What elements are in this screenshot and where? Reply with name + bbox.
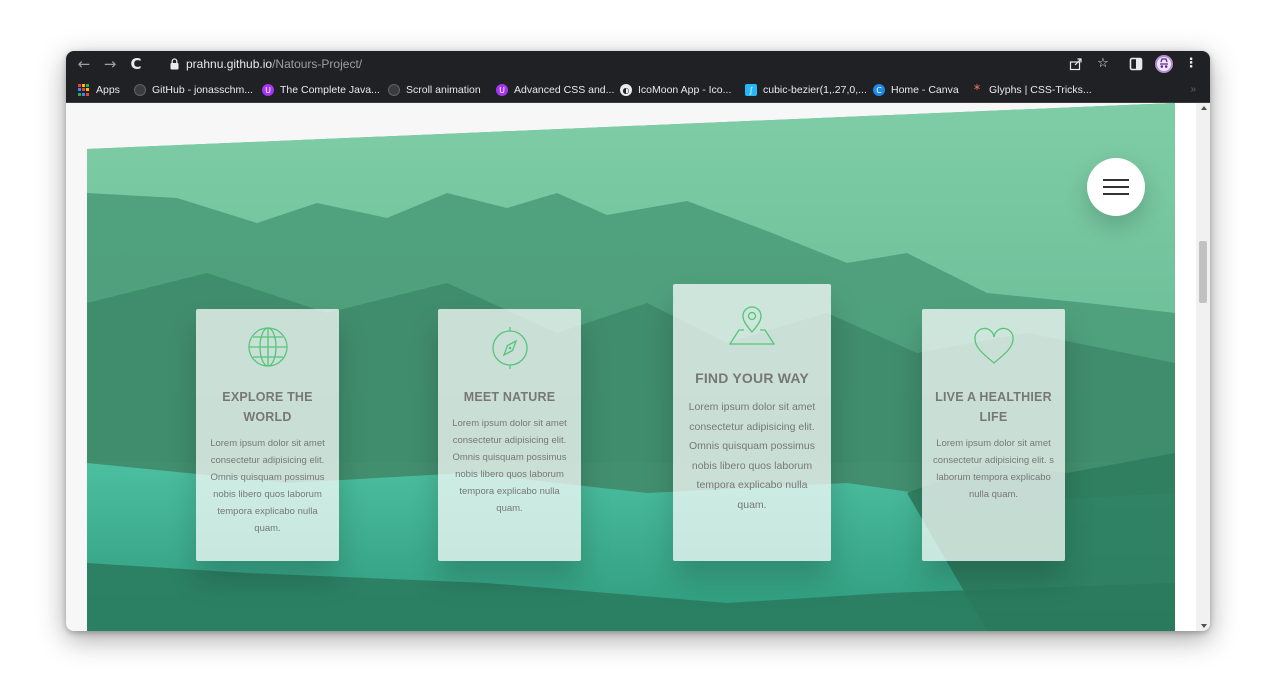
feature-title: Meet nature [463, 390, 556, 404]
css-tricks-icon: * [973, 82, 981, 98]
side-panel-icon[interactable] [1129, 57, 1143, 71]
udemy-icon: U [262, 84, 274, 96]
feature-text: Lorem ipsum dolor sit amet consectetur a… [933, 438, 1054, 500]
kebab-menu-icon[interactable]: ⋮ [1181, 54, 1201, 74]
scroll-down-arrow-icon[interactable] [1201, 624, 1207, 628]
url-text: prahnu.github.io/Natours-Project/ [186, 56, 362, 72]
share-icon[interactable] [1069, 57, 1083, 71]
apps-grid-icon [78, 84, 90, 96]
heart-icon [973, 327, 1014, 364]
bookmark-canva[interactable]: C Home - Canva [873, 81, 959, 99]
cubic-bezier-icon: ∫ [745, 84, 757, 96]
lock-icon [170, 58, 179, 70]
bookmarks-bar: Apps GitHub - jonasschm... U The Complet… [66, 77, 1210, 103]
hamburger-icon [1103, 186, 1129, 188]
bookmark-icomoon[interactable]: ◐ IcoMoon App - Ico... [620, 81, 731, 99]
bookmark-advanced-css[interactable]: U Advanced CSS and... [496, 81, 614, 99]
bookmark-label: Advanced CSS and... [514, 84, 615, 96]
map-pin-icon [728, 306, 776, 345]
udemy-icon: U [496, 84, 508, 96]
bookmark-github-jonasschm[interactable]: GitHub - jonasschm... [134, 81, 253, 99]
feature-box-healthier: Live a healthier life Lorem ipsum dolor … [922, 309, 1065, 561]
hamburger-icon [1103, 193, 1129, 195]
bookmark-label: IcoMoon App - Ico... [638, 84, 732, 96]
compass-icon [491, 327, 528, 369]
feature-title: Find your way [695, 370, 809, 386]
back-arrow-icon[interactable]: ← [74, 54, 94, 74]
feature-text: Lorem ipsum dolor sit amet consectetur a… [688, 401, 816, 511]
bookmark-label: GitHub - jonasschm... [152, 84, 253, 96]
feature-title: Explore the world [222, 390, 313, 424]
reload-icon[interactable]: C [126, 54, 146, 74]
bookmark-label: cubic-bezier(1,.27,0,... [763, 84, 867, 96]
chevron-more-icon[interactable]: » [1190, 84, 1196, 95]
bookmark-label: The Complete Java... [280, 84, 380, 96]
icomoon-icon: ◐ [620, 84, 632, 96]
feature-box-explore: Explore the world Lorem ipsum dolor sit … [196, 309, 339, 561]
bookmark-apps[interactable]: Apps [78, 81, 120, 99]
scroll-up-arrow-icon[interactable] [1201, 106, 1207, 110]
feature-text: Lorem ipsum dolor sit amet consectetur a… [210, 438, 325, 534]
bookmark-scroll-animation[interactable]: Scroll animation [388, 81, 481, 99]
feature-box-nature: Meet nature Lorem ipsum dolor sit amet c… [438, 309, 581, 561]
globe-icon [247, 327, 288, 367]
browser-window: ← → C prahnu.github.io/Natours-Project/ … [66, 51, 1210, 631]
bookmark-star-icon[interactable]: ☆ [1093, 54, 1113, 74]
page-right-gutter [1175, 103, 1210, 631]
scrollbar[interactable] [1196, 103, 1210, 631]
page-viewport: Explore the world Lorem ipsum dolor sit … [66, 103, 1210, 631]
url-path: /Natours-Project/ [272, 57, 363, 71]
feature-text: Lorem ipsum dolor sit amet consectetur a… [452, 418, 567, 514]
address-bar[interactable]: prahnu.github.io/Natours-Project/ [160, 53, 1120, 75]
canva-icon: C [873, 84, 885, 96]
bookmark-cubic-bezier[interactable]: ∫ cubic-bezier(1,.27,0,... [745, 81, 867, 99]
bookmark-css-tricks[interactable]: * Glyphs | CSS-Tricks... [971, 81, 1092, 99]
github-icon [134, 84, 146, 96]
feature-box-find-way: Find your way Lorem ipsum dolor sit amet… [673, 284, 831, 561]
bookmark-label: Apps [96, 84, 120, 96]
bookmark-label: Home - Canva [891, 84, 959, 96]
bookmark-complete-java[interactable]: U The Complete Java... [262, 81, 380, 99]
bookmark-label: Glyphs | CSS-Tricks... [989, 84, 1092, 96]
incognito-icon [1157, 57, 1171, 71]
github-icon [388, 84, 400, 96]
forward-arrow-icon[interactable]: → [100, 54, 120, 74]
bookmark-label: Scroll animation [406, 84, 481, 96]
navigation-menu-button[interactable] [1087, 158, 1145, 216]
profile-avatar[interactable] [1155, 55, 1173, 73]
feature-title: Live a healthier life [935, 390, 1052, 424]
hamburger-icon [1103, 179, 1129, 181]
url-host: prahnu.github.io [186, 57, 273, 71]
scrollbar-thumb[interactable] [1199, 241, 1207, 303]
browser-toolbar: ← → C prahnu.github.io/Natours-Project/ … [66, 51, 1210, 77]
